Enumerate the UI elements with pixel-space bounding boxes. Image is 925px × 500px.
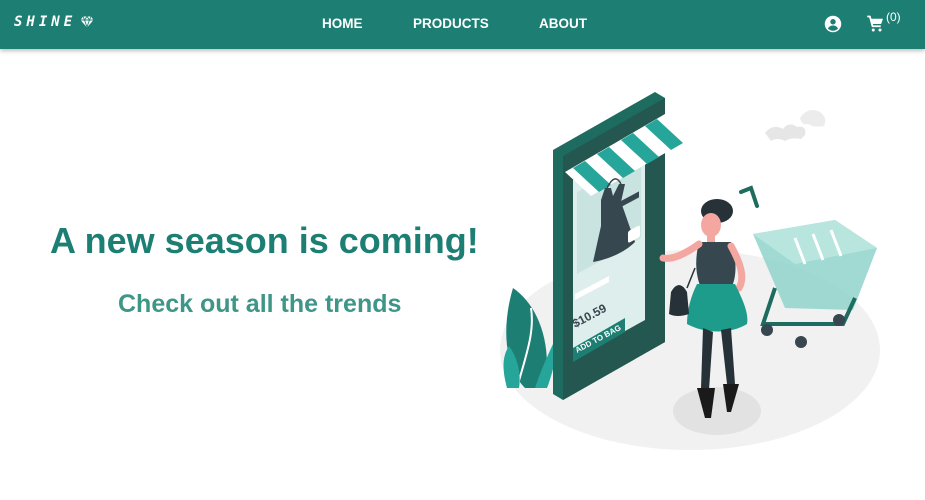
navbar: SHINE HOME PRODUCTS ABOUT (0) <box>0 0 925 49</box>
hero-title: A new season is coming! <box>50 220 479 261</box>
nav-link-home[interactable]: HOME <box>322 16 363 31</box>
nav-link-products[interactable]: PRODUCTS <box>413 16 489 31</box>
diamond-icon <box>80 16 94 28</box>
shopping-cart-icon <box>866 10 885 38</box>
hero-subtitle: Check out all the trends <box>118 290 402 318</box>
cart-count-badge: (0) <box>886 10 901 24</box>
account-circle-icon[interactable] <box>824 15 842 38</box>
nav-link-about[interactable]: ABOUT <box>539 16 587 31</box>
shopping-illustration: $10.59 ADD TO BAG <box>495 88 895 463</box>
cart-button[interactable]: (0) <box>866 10 901 38</box>
brand-name: SHINE <box>14 14 77 30</box>
brand-logo[interactable]: SHINE <box>14 14 94 30</box>
